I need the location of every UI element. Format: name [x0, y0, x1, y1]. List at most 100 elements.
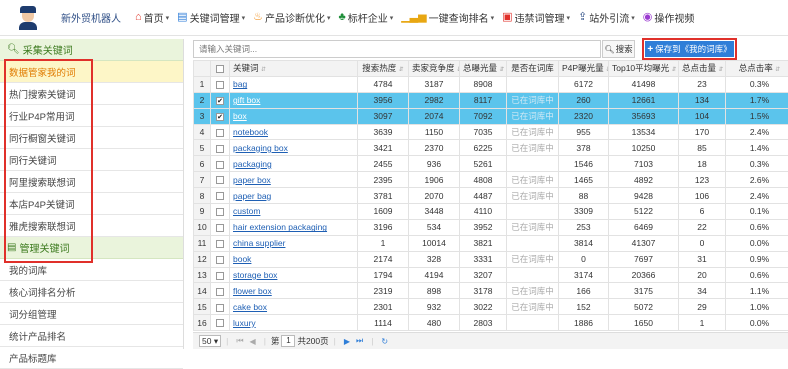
select-all-checkbox[interactable]	[216, 65, 224, 73]
col-header-total-clicks[interactable]: 总点击量 ⇵	[679, 61, 726, 77]
keyword-link[interactable]: gift box	[233, 95, 260, 105]
row-select-cell[interactable]	[211, 283, 230, 299]
nav-item-keyword-manage[interactable]: ▤关键词管理▾	[177, 10, 245, 25]
col-header-keyword[interactable]: 关键词 ⇵	[230, 61, 358, 77]
sidebar-item-manage-4[interactable]: 产品标题库	[0, 347, 183, 369]
table-row[interactable]: 14flower box23198983178已在词库中1663175341.1…	[194, 283, 788, 299]
keyword-cell[interactable]: flower box	[230, 283, 358, 299]
col-header-search-heat[interactable]: 搜索热度 ⇵	[358, 61, 409, 77]
table-row[interactable]: 12book21743283331已在词库中07697310.9%	[194, 251, 788, 267]
keyword-link[interactable]: book	[233, 254, 251, 264]
col-header-p4p-exposure[interactable]: P4P曝光量 ⇵	[559, 61, 609, 77]
table-row[interactable]: 10hair extension packaging31965343952已在词…	[194, 219, 788, 235]
col-header-total-ctr[interactable]: 总点击率 ⇵	[726, 61, 788, 77]
row-checkbox[interactable]	[216, 161, 224, 169]
table-row[interactable]: 7paper box239519064808已在词库中146548921232.…	[194, 172, 788, 188]
row-checkbox[interactable]	[216, 272, 224, 280]
row-select-cell[interactable]	[211, 76, 230, 92]
sidebar-item-collect-4[interactable]: 同行关键词	[0, 149, 183, 171]
row-select-cell[interactable]	[211, 267, 230, 283]
table-row[interactable]: 3✔box309720747092已在词库中2320356931041.5%	[194, 108, 788, 124]
sidebar-item-collect-1[interactable]: 热门搜索关键词	[0, 83, 183, 105]
col-header-seller-competition[interactable]: 卖家竞争度 ⇵	[409, 61, 460, 77]
keyword-cell[interactable]: box	[230, 108, 358, 124]
keyword-link[interactable]: notebook	[233, 127, 268, 137]
row-checkbox[interactable]	[216, 208, 224, 216]
row-select-cell[interactable]	[211, 188, 230, 204]
keyword-cell[interactable]: bag	[230, 76, 358, 92]
table-row[interactable]: 5packaging box342123706225已在词库中378102508…	[194, 140, 788, 156]
table-row[interactable]: 16luxury111448028031886165010.0%	[194, 315, 788, 331]
table-row[interactable]: 6packaging2455936526115467103180.3%	[194, 156, 788, 172]
row-select-cell[interactable]	[211, 140, 230, 156]
table-row[interactable]: 13storage box179441943207317420366200.6%	[194, 267, 788, 283]
collect-keywords-header[interactable]: 🔍︎ 采集关键词	[0, 39, 183, 61]
keyword-cell[interactable]: hair extension packaging	[230, 219, 358, 235]
keyword-cell[interactable]: packaging	[230, 156, 358, 172]
keyword-cell[interactable]: custom	[230, 204, 358, 220]
row-checkbox[interactable]: ✔	[216, 97, 224, 105]
sidebar-item-manage-2[interactable]: 词分组管理	[0, 303, 183, 325]
next-page-icon[interactable]: ▶	[344, 337, 350, 346]
keyword-link[interactable]: paper bag	[233, 191, 271, 201]
row-checkbox[interactable]	[216, 256, 224, 264]
row-checkbox[interactable]	[216, 319, 224, 327]
sidebar-item-manage-3[interactable]: 统计产品排名	[0, 325, 183, 347]
row-checkbox[interactable]: ✔	[216, 113, 224, 121]
keyword-link[interactable]: flower box	[233, 286, 272, 296]
search-button[interactable]: 🔍︎ 搜索	[602, 40, 635, 58]
nav-item-diagnosis[interactable]: ♨产品诊断优化▾	[253, 10, 330, 25]
keyword-link[interactable]: china supplier	[233, 238, 285, 248]
row-select-cell[interactable]	[211, 251, 230, 267]
nav-item-banned-words[interactable]: ▣违禁词管理▾	[502, 10, 570, 25]
row-select-cell[interactable]	[211, 219, 230, 235]
row-select-cell[interactable]	[211, 235, 230, 251]
keyword-cell[interactable]: notebook	[230, 124, 358, 140]
sidebar-item-collect-6[interactable]: 本店P4P关键词	[0, 193, 183, 215]
table-row[interactable]: 15cake box23019323022已在词库中1525072291.0%	[194, 299, 788, 315]
keyword-link[interactable]: storage box	[233, 270, 277, 280]
keyword-link[interactable]: hair extension packaging	[233, 222, 327, 232]
nav-item-traffic[interactable]: ⇪站外引流▾	[578, 10, 635, 25]
first-page-icon[interactable]: ⏮	[236, 336, 243, 346]
nav-item-benchmark[interactable]: ♣标杆企业▾	[338, 10, 393, 25]
table-row[interactable]: 2✔gift box395629828117已在词库中260126611341.…	[194, 92, 788, 108]
row-checkbox[interactable]	[216, 304, 224, 312]
keyword-link[interactable]: packaging box	[233, 143, 288, 153]
table-row[interactable]: 8paper bag378120704487已在词库中8894281062.4%	[194, 188, 788, 204]
table-row[interactable]: 4notebook363911507035已在词库中955135341702.4…	[194, 124, 788, 140]
row-select-cell[interactable]: ✔	[211, 92, 230, 108]
nav-item-home[interactable]: ⌂首页▾	[135, 10, 169, 25]
sidebar-item-collect-7[interactable]: 雅虎搜索联想词	[0, 215, 183, 237]
row-checkbox[interactable]	[216, 176, 224, 184]
sidebar-item-manage-0[interactable]: 我的词库	[0, 259, 183, 281]
keyword-link[interactable]: bag	[233, 79, 247, 89]
keyword-link[interactable]: custom	[233, 206, 260, 216]
manage-keywords-header[interactable]: ▤ 管理关键词	[0, 237, 183, 259]
row-select-cell[interactable]	[211, 315, 230, 331]
sidebar-item-collect-0[interactable]: 数据管家我的词	[0, 61, 183, 83]
keyword-cell[interactable]: storage box	[230, 267, 358, 283]
keyword-link[interactable]: packaging	[233, 159, 272, 169]
sidebar-item-collect-3[interactable]: 同行橱窗关键词	[0, 127, 183, 149]
nav-item-rank-query[interactable]: ▁▃▅一键查询排名▾	[401, 10, 494, 25]
save-to-my-library-button[interactable]: + 保存到《我的词库》	[645, 41, 734, 57]
row-select-cell[interactable]	[211, 172, 230, 188]
row-select-cell[interactable]: ✔	[211, 108, 230, 124]
row-checkbox[interactable]	[216, 192, 224, 200]
keyword-cell[interactable]: paper box	[230, 172, 358, 188]
page-size-select[interactable]: 50 ▾	[199, 335, 221, 347]
row-checkbox[interactable]	[216, 240, 224, 248]
table-row[interactable]: 9custom1609344841103309512260.1%	[194, 204, 788, 220]
page-number-input[interactable]: 1	[281, 335, 295, 347]
table-row[interactable]: 11china supplier110014382138144130700.0%	[194, 235, 788, 251]
keyword-link[interactable]: cake box	[233, 302, 267, 312]
row-checkbox[interactable]	[216, 288, 224, 296]
row-select-cell[interactable]	[211, 156, 230, 172]
table-row[interactable]: 1bag478431878908617241498230.3%	[194, 76, 788, 92]
col-header-in-library[interactable]: 是否在词库	[507, 61, 559, 77]
keyword-cell[interactable]: paper bag	[230, 188, 358, 204]
select-all-header[interactable]	[211, 61, 230, 77]
keyword-cell[interactable]: book	[230, 251, 358, 267]
col-header-top10-avg-exposure[interactable]: Top10平均曝光 ⇵	[609, 61, 679, 77]
